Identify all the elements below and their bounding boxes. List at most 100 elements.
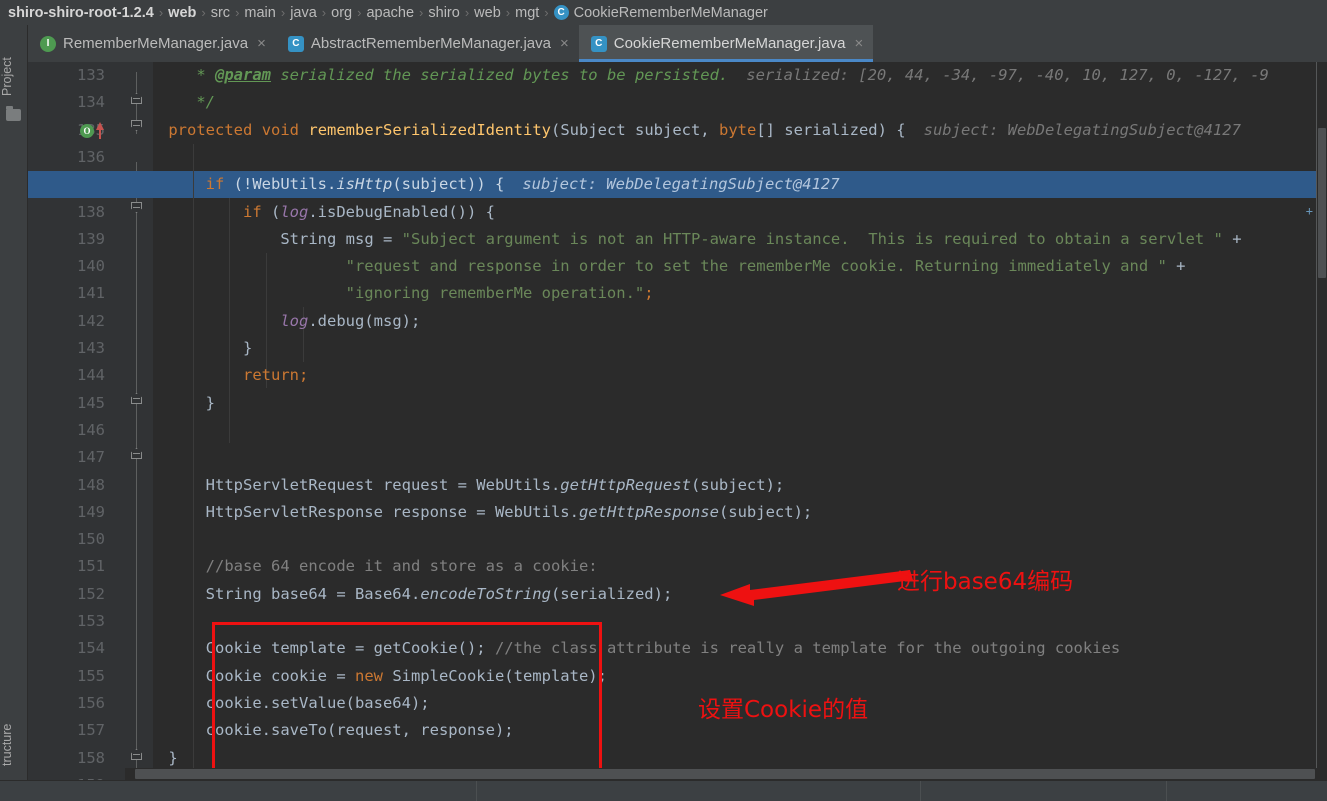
close-icon[interactable]: ×: [855, 36, 864, 51]
tab-remembermemanager[interactable]: I RememberMeManager.java ×: [28, 25, 276, 62]
semicolon: ;: [299, 366, 309, 385]
code-line-149[interactable]: HttpServletResponse response = WebUtils.…: [153, 499, 813, 526]
error-stripe-marker[interactable]: +: [1306, 204, 1313, 218]
field-log[interactable]: log: [280, 312, 308, 330]
override-method-icon[interactable]: O: [80, 123, 94, 138]
code-line-157[interactable]: cookie.saveTo(request, response);: [153, 717, 514, 744]
tab-abstractremembermemanager[interactable]: C AbstractRememberMeManager.java ×: [276, 25, 579, 62]
vertical-scrollbar-thumb[interactable]: [1318, 128, 1326, 278]
sidebar-item-structure[interactable]: tructure: [0, 709, 28, 781]
line-number: 153: [77, 612, 105, 630]
breadcrumb-separator: ›: [201, 5, 206, 20]
breadcrumb-item-5[interactable]: org: [331, 5, 352, 21]
call-args: (subject);: [718, 502, 813, 521]
fold-marker[interactable]: [131, 393, 142, 404]
gutter-override-marker[interactable]: O: [28, 117, 153, 144]
javadoc-tag[interactable]: @param: [215, 66, 271, 84]
editor-gutter[interactable]: 133 134 135 136 137 138 139 140 141 142 …: [28, 62, 153, 780]
status-bar-divider: [920, 781, 921, 801]
code-line-140[interactable]: "request and response in order to set th…: [153, 253, 1186, 280]
code-content[interactable]: * @param serialized the serialized bytes…: [28, 62, 1327, 780]
line-number: 139: [77, 229, 105, 248]
method-name[interactable]: rememberSerializedIdentity: [308, 121, 551, 139]
vertical-scrollbar-track[interactable]: [1317, 62, 1327, 780]
fold-marker[interactable]: [131, 749, 142, 760]
static-method-call[interactable]: getHttpRequest: [560, 476, 691, 494]
breadcrumb: shiro-shiro-root-1.2.4 › web › src › mai…: [0, 0, 1327, 25]
breadcrumb-separator: ›: [419, 5, 424, 20]
line-number: 155: [77, 666, 105, 685]
folder-icon[interactable]: [6, 106, 21, 121]
breadcrumb-item-0[interactable]: shiro-shiro-root-1.2.4: [8, 5, 154, 21]
operator: +: [1166, 257, 1186, 276]
fold-marker[interactable]: [131, 93, 142, 104]
breadcrumb-item-3[interactable]: main: [244, 5, 275, 21]
fold-marker[interactable]: [131, 448, 142, 459]
base64-arrow-annotation: [720, 570, 913, 606]
tab-label: CookieRememberMeManager.java: [613, 35, 846, 52]
condition-tail: (subject)) {: [392, 175, 505, 194]
breadcrumb-class-name[interactable]: CookieRememberMeManager: [574, 5, 768, 21]
code-editor[interactable]: 133 134 135 136 137 138 139 140 141 142 …: [28, 62, 1327, 780]
breadcrumb-item-1[interactable]: web: [168, 5, 196, 21]
code-line-142[interactable]: log.debug(msg);: [153, 308, 420, 335]
line-comment: //base 64 encode it and store as a cooki…: [205, 557, 598, 576]
breadcrumb-item-2[interactable]: src: [211, 5, 230, 21]
sidebar-item-project[interactable]: Project: [0, 47, 28, 107]
code-line-143[interactable]: }: [153, 335, 252, 362]
field-log[interactable]: log: [280, 203, 308, 221]
close-icon[interactable]: ×: [257, 36, 266, 51]
code-line-133[interactable]: * @param serialized the serialized bytes…: [153, 62, 1269, 89]
code-line-134[interactable]: */: [153, 89, 215, 116]
line-number: 150: [77, 530, 105, 549]
breadcrumb-item-8[interactable]: web: [474, 5, 501, 21]
breadcrumb-item-4[interactable]: java: [290, 5, 317, 21]
static-method-call[interactable]: encodeToString: [420, 585, 551, 603]
line-number: 146: [77, 420, 105, 439]
fold-marker[interactable]: [131, 202, 142, 213]
code-line-156[interactable]: cookie.setValue(base64);: [153, 690, 430, 717]
code-line-137[interactable]: if (!WebUtils.isHttp(subject)) {subject:…: [153, 171, 840, 198]
close-icon[interactable]: ×: [560, 36, 569, 51]
statement: cookie.setValue(base64);: [205, 693, 430, 712]
code-line-151[interactable]: //base 64 encode it and store as a cooki…: [153, 553, 598, 580]
keyword-if: if: [243, 202, 262, 221]
code-line-145[interactable]: }: [153, 390, 215, 417]
cookie-annotation-text: 设置Cookie的值: [698, 697, 869, 723]
string-literal: "ignoring rememberMe operation.": [345, 284, 645, 303]
static-method-call[interactable]: getHttpResponse: [579, 503, 719, 521]
code-line-141[interactable]: "ignoring rememberMe operation.";: [153, 280, 654, 307]
condition-text: (!WebUtils.: [224, 175, 337, 194]
code-line-138[interactable]: if (log.isDebugEnabled()) {: [153, 199, 495, 226]
breadcrumb-separator: ›: [357, 5, 362, 20]
breadcrumb-item-6[interactable]: apache: [366, 5, 414, 21]
override-arrow-icon: [96, 121, 104, 139]
code-line-144[interactable]: return;: [153, 362, 308, 389]
code-line-135[interactable]: protected void rememberSerializedIdentit…: [153, 117, 1241, 144]
status-bar-divider: [476, 781, 477, 801]
code-line-139[interactable]: String msg = "Subject argument is not an…: [153, 226, 1241, 253]
code-line-148[interactable]: HttpServletRequest request = WebUtils.ge…: [153, 472, 785, 499]
horizontal-scrollbar-thumb[interactable]: [135, 769, 1315, 779]
line-comment: //the class attribute is really a templa…: [485, 639, 1121, 658]
static-method-call[interactable]: isHttp: [336, 175, 392, 193]
semicolon: ;: [644, 284, 654, 303]
declaration: Cookie cookie =: [205, 666, 355, 685]
code-line-155[interactable]: Cookie cookie = new SimpleCookie(templat…: [153, 663, 607, 690]
code-line-154[interactable]: Cookie template = getCookie(); //the cla…: [153, 635, 1121, 662]
base64-annotation-text: 进行base64编码: [897, 569, 1074, 595]
breadcrumb-separator: ›: [321, 5, 327, 20]
declaration: String base64 = Base64.: [205, 584, 421, 603]
tab-cookieremembermemanager[interactable]: C CookieRememberMeManager.java ×: [578, 25, 874, 62]
breadcrumb-item-7[interactable]: shiro: [428, 5, 459, 21]
line-number: 152: [77, 584, 105, 603]
breadcrumb-item-9[interactable]: mgt: [515, 5, 539, 21]
code-line-152[interactable]: String base64 = Base64.encodeToString(se…: [153, 581, 673, 608]
